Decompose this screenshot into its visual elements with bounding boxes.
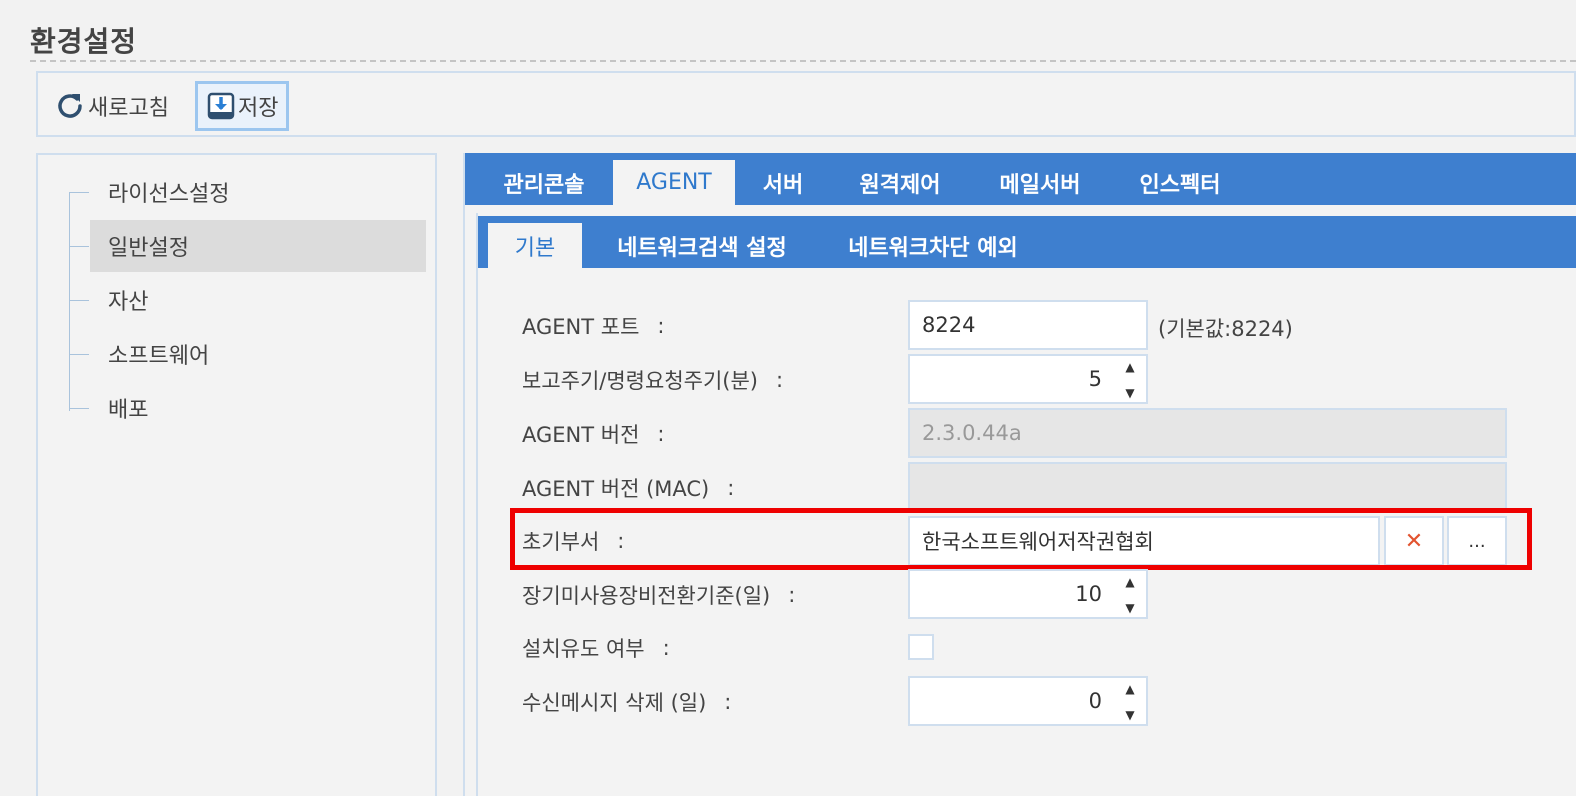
tab-mail-server[interactable]: 메일서버 — [975, 160, 1105, 205]
tree-item-license[interactable]: 라이선스설정 — [69, 166, 426, 218]
spin-down-icon[interactable]: ▼ — [1125, 386, 1134, 400]
refresh-button[interactable]: 새로고침 — [54, 81, 169, 131]
main-panel: 관리콘솔 AGENT 서버 원격제어 메일서버 인스펙터 기본 네트워크검색 설… — [463, 153, 1576, 796]
tree-item-label: 라이선스설정 — [108, 182, 230, 207]
spinner-arrows[interactable]: ▲ ▼ — [1122, 360, 1138, 400]
close-icon: ✕ — [1404, 528, 1424, 554]
spinner-arrows[interactable]: ▲ ▼ — [1122, 682, 1138, 722]
agent-version-mac-field — [908, 462, 1507, 512]
long-unused-stepper[interactable]: 10 ▲ ▼ — [908, 569, 1148, 619]
save-icon — [207, 92, 235, 120]
title-divider — [30, 60, 1576, 62]
agent-port-label: AGENT 포트: — [522, 314, 665, 339]
long-unused-label: 장기미사용장비전환기준(일): — [522, 583, 796, 608]
tree-item-general[interactable]: 일반설정 — [69, 220, 426, 272]
tree-item-deploy[interactable]: 배포 — [69, 382, 426, 434]
tree-item-label: 일반설정 — [108, 236, 189, 261]
settings-tree: 라이선스설정 일반설정 자산 소프트웨어 배포 — [36, 153, 437, 796]
long-unused-value: 10 — [1075, 582, 1102, 606]
agent-version-field: 2.3.0.44a — [908, 408, 1507, 458]
subtab-network-block-exception[interactable]: 네트워크차단 예외 — [828, 223, 1038, 268]
msg-delete-label: 수신메시지 삭제 (일): — [522, 690, 732, 715]
subtab-network-scan[interactable]: 네트워크검색 설정 — [590, 223, 814, 268]
report-cycle-stepper[interactable]: 5 ▲ ▼ — [908, 354, 1148, 404]
spin-up-icon[interactable]: ▲ — [1125, 682, 1134, 696]
agent-version-label: AGENT 버전: — [522, 422, 665, 447]
msg-delete-stepper[interactable]: 0 ▲ ▼ — [908, 676, 1148, 726]
agent-subpanel: 기본 네트워크검색 설정 네트워크차단 예외 AGENT 포트: 8224 (기… — [476, 213, 1576, 796]
page-title: 환경설정 — [30, 25, 138, 58]
spinner-arrows[interactable]: ▲ ▼ — [1122, 575, 1138, 615]
install-induce-label: 설치유도 여부: — [522, 636, 670, 661]
spin-up-icon[interactable]: ▲ — [1125, 360, 1134, 374]
clear-dept-button[interactable]: ✕ — [1384, 516, 1444, 566]
initial-dept-field[interactable]: 한국소프트웨어저작권협회 — [908, 516, 1380, 566]
main-tabbar: 관리콘솔 AGENT 서버 원격제어 메일서버 인스펙터 — [465, 153, 1576, 205]
sub-tabbar: 기본 네트워크검색 설정 네트워크차단 예외 — [478, 216, 1576, 268]
subtab-basic[interactable]: 기본 — [488, 223, 582, 268]
agent-version-mac-label: AGENT 버전 (MAC): — [522, 476, 735, 501]
toolbar: 새로고침 저장 — [36, 71, 1576, 137]
save-button[interactable]: 저장 — [195, 81, 290, 131]
tree-connector — [69, 193, 70, 411]
tab-inspector[interactable]: 인스펙터 — [1115, 160, 1245, 205]
tree-item-label: 자산 — [108, 290, 149, 315]
save-label: 저장 — [238, 96, 279, 121]
report-cycle-value: 5 — [1088, 367, 1102, 391]
tab-agent[interactable]: AGENT — [613, 160, 735, 205]
refresh-label: 새로고침 — [88, 96, 169, 121]
spin-down-icon[interactable]: ▼ — [1125, 601, 1134, 615]
agent-port-default-hint: (기본값:8224) — [1158, 317, 1293, 341]
initial-dept-label: 초기부서: — [522, 529, 625, 554]
refresh-icon — [58, 94, 82, 118]
tree-item-label: 배포 — [108, 398, 149, 423]
tree-item-asset[interactable]: 자산 — [69, 274, 426, 326]
msg-delete-value: 0 — [1088, 689, 1102, 713]
browse-dept-button[interactable]: ... — [1447, 516, 1507, 566]
install-induce-checkbox[interactable] — [908, 634, 934, 660]
tree-item-label: 소프트웨어 — [108, 344, 210, 369]
agent-port-input[interactable]: 8224 — [908, 300, 1148, 350]
spin-up-icon[interactable]: ▲ — [1125, 575, 1134, 589]
tab-remote-control[interactable]: 원격제어 — [835, 160, 965, 205]
report-cycle-label: 보고주기/명령요청주기(분): — [522, 368, 784, 393]
tab-console[interactable]: 관리콘솔 — [479, 160, 609, 205]
spin-down-icon[interactable]: ▼ — [1125, 708, 1134, 722]
tree-item-software[interactable]: 소프트웨어 — [69, 328, 426, 380]
tab-server[interactable]: 서버 — [739, 160, 827, 205]
